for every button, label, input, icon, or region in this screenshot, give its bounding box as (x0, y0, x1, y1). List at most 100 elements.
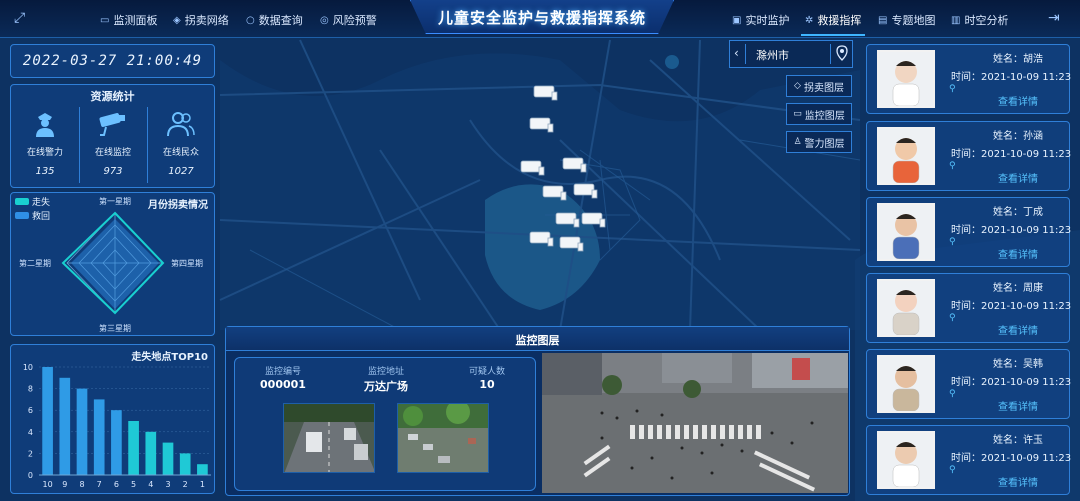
person-card[interactable]: 姓名：丁成时间：2021-10-09 11:23 ⚲ 查看详情 (866, 197, 1072, 267)
monitor-layer-panel: 监控图层 监控编号 000001 监控地址 万达广场 可疑人数 10 (225, 326, 850, 496)
x-tick-label: 9 (62, 480, 67, 489)
person-card[interactable]: 姓名：吴韩 时间：2021-10-09 11:23 ⚲ 查看详情 (866, 349, 1072, 419)
location-pin-icon: ⚲ (949, 161, 956, 171)
view-details-link[interactable]: 查看详情 (967, 246, 1069, 261)
bar-chart: 0 2 4 6 8 10 10 9 8 7 6 5 4 3 2 1 (23, 363, 211, 489)
child-name: 姓名：许玉 (993, 435, 1043, 446)
camera-thumbnail-road[interactable] (283, 403, 375, 473)
person-card[interactable]: 姓名：孙涵 时间：2021-10-09 11:23 ⚲ 查看详情 (866, 121, 1071, 191)
resource-stats-title: 资源统计 (90, 90, 135, 103)
location-pin-icon: ⚲ (949, 237, 956, 247)
monitor-icon: ▣ (732, 14, 742, 26)
search-icon: ○ (246, 14, 255, 26)
map-icon: ▤ (878, 14, 888, 26)
camera-marker[interactable] (520, 160, 545, 176)
location-pin-icon: ⚲ (949, 465, 956, 475)
child-photo (877, 203, 935, 261)
radar-axis-label: 第一星期 (99, 196, 131, 206)
y-tick-label: 2 (28, 449, 33, 458)
x-tick-label: 6 (114, 480, 119, 489)
child-photo (877, 355, 935, 413)
y-tick-label: 0 (28, 471, 33, 480)
people-icon (147, 109, 215, 139)
chevron-left-icon[interactable]: ‹ (734, 46, 739, 60)
missing-time: 时间：2021-10-09 11:23 (951, 72, 1072, 83)
view-details-link[interactable]: 查看详情 (967, 93, 1069, 108)
camera-icon (79, 109, 147, 139)
child-name: 姓名：孙涵 (993, 131, 1043, 142)
layer-police-button[interactable]: ♙ 警力图层 (786, 131, 852, 153)
person-card[interactable]: 姓名：胡浩时间：2021-10-09 11:23 ⚲ 查看详情 (866, 44, 1072, 114)
camera-thumbnail-square[interactable] (397, 403, 489, 473)
location-pin-icon: ⚲ (949, 84, 956, 94)
radar-axis-label: 第二星期 (19, 258, 51, 268)
stat-online-police: 在线警力 135 (11, 105, 79, 185)
nav-realtime-guard[interactable]: ▣ 实时监护 (732, 12, 789, 28)
child-name: 姓名：胡浩 (993, 54, 1043, 65)
radar-chart: 第一星期 第二星期 第三星期 第四星期 (19, 196, 203, 333)
fullscreen-icon[interactable]: ⤢ (14, 10, 25, 26)
missing-time: 时间：2021-10-09 11:23 (951, 377, 1072, 388)
location-pin-icon: ⚲ (949, 313, 956, 323)
y-tick-label: 8 (28, 385, 33, 394)
view-details-link[interactable]: 查看详情 (967, 398, 1069, 413)
stat-label: 在线监控 (94, 148, 131, 158)
nav-thematic-map[interactable]: ▤ 专题地图 (878, 12, 935, 28)
bar (76, 388, 88, 475)
radar-series-rescued (71, 219, 159, 309)
title-banner: 儿童安全监护与救援指挥系统 (410, 0, 674, 34)
stat-online-cameras: 在线监控 973 (79, 105, 147, 185)
x-tick-label: 7 (97, 480, 102, 489)
view-details-link[interactable]: 查看详情 (967, 474, 1069, 489)
stat-label: 在线警力 (26, 148, 63, 158)
nav-trafficking-network[interactable]: ◈ 拐卖网络 (173, 12, 229, 28)
child-name: 姓名：丁成 (993, 207, 1043, 218)
child-photo (877, 127, 935, 185)
nav-risk-warning[interactable]: ◎ 风险预警 (320, 12, 377, 28)
x-tick-label: 4 (148, 480, 153, 489)
nav-spatiotemporal[interactable]: ▥ 时空分析 (951, 12, 1008, 28)
stat-value: 973 (103, 166, 123, 177)
nav-monitor-panel[interactable]: ▭ 监测面板 (100, 12, 157, 28)
page-title: 儿童安全监护与救援指挥系统 (437, 9, 646, 27)
x-tick-label: 3 (165, 480, 170, 489)
x-tick-label: 1 (200, 480, 205, 489)
camera-id-label: 监控编号 (264, 367, 301, 377)
lost-location-top10-panel: 走失地点TOP10 0 2 4 6 8 10 10 9 8 7 6 5 4 3 2 1 (10, 344, 215, 494)
camera-marker[interactable] (533, 85, 558, 101)
missing-time: 时间：2021-10-09 11:23 (951, 225, 1072, 236)
police-icon (11, 109, 79, 139)
x-tick-label: 10 (43, 480, 53, 489)
view-details-link[interactable]: 查看详情 (967, 322, 1069, 337)
camera-marker[interactable] (559, 236, 584, 252)
person-card[interactable]: 姓名：周康 时间：2021-10-09 11:23 ⚲ 查看详情 (866, 273, 1071, 343)
live-camera-video[interactable] (542, 353, 848, 493)
camera-marker[interactable] (542, 185, 567, 201)
stat-online-citizens: 在线民众 1027 (147, 105, 215, 185)
location-pin-icon[interactable] (836, 45, 848, 65)
camera-marker[interactable] (555, 212, 580, 228)
stat-value: 135 (35, 166, 55, 177)
nav-data-query[interactable]: ○ 数据查询 (246, 12, 303, 28)
y-tick-label: 10 (23, 363, 33, 372)
camera-marker[interactable] (573, 183, 598, 199)
network-icon: ◈ (173, 14, 181, 26)
camera-marker[interactable] (529, 117, 554, 133)
nav-rescue-command[interactable]: ✲ 救援指挥 (800, 12, 866, 36)
camera-marker[interactable] (581, 212, 606, 228)
camera-marker[interactable] (562, 157, 587, 173)
radar-axis-label: 第三星期 (99, 323, 131, 333)
city-selector[interactable]: ‹ 滁州市 (729, 40, 853, 68)
layer-camera-button[interactable]: ▭ 监控图层 (786, 103, 852, 125)
monitor-icon: ▭ (100, 14, 110, 26)
layer-trafficking-button[interactable]: ◇ 拐卖图层 (786, 75, 852, 97)
bar (42, 367, 53, 475)
person-card[interactable]: 姓名：许玉 时间：2021-10-09 11:23 ⚲ 查看详情 (866, 425, 1071, 495)
camera-marker[interactable] (529, 231, 554, 247)
child-name: 姓名：周康 (993, 283, 1043, 294)
x-tick-label: 8 (79, 480, 84, 489)
logout-icon[interactable]: ⇥ (1048, 10, 1060, 26)
view-details-link[interactable]: 查看详情 (967, 170, 1069, 185)
x-tick-label: 5 (131, 480, 136, 489)
dashboard: ⤢ ▭ 监测面板 ◈ 拐卖网络 ○ 数据查询 ◎ 风险预警 儿童安全监护与救援指挥系统 … (0, 0, 1080, 501)
